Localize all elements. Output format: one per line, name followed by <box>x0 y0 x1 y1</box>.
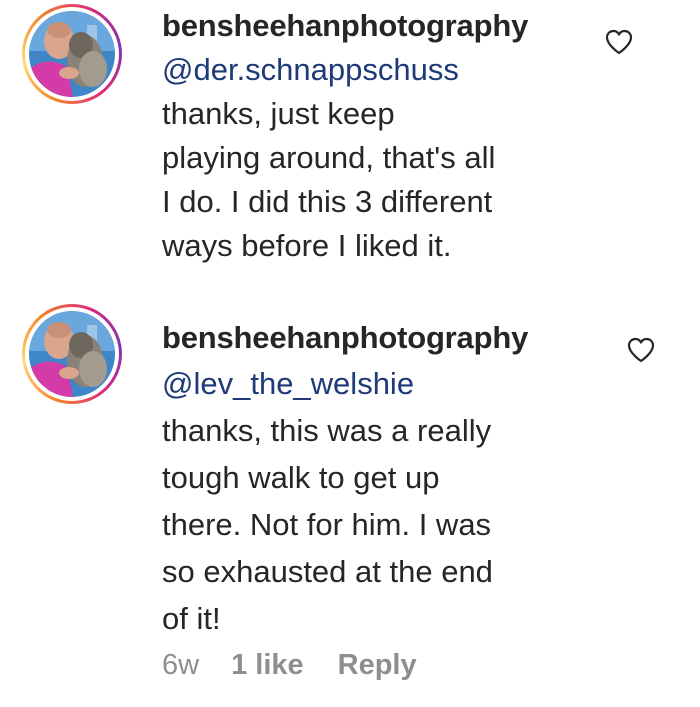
comment-text-line: tough walk to get up <box>162 460 440 495</box>
comment-username[interactable]: bensheehanphotography <box>162 4 660 48</box>
comment-text-line: I do. I did this 3 different <box>162 184 493 219</box>
comment: bensheehanphotography @der.schnappschuss… <box>0 0 700 300</box>
comment-timestamp[interactable]: 6w <box>162 649 199 682</box>
heart-outline-icon[interactable] <box>604 28 634 56</box>
comment-text-line: so exhausted at the end <box>162 554 493 589</box>
comment-text-line: of it! <box>162 601 221 636</box>
avatar <box>29 11 115 97</box>
comment-body: bensheehanphotography @lev_the_welshie t… <box>162 316 660 642</box>
heart-outline-icon[interactable] <box>626 336 656 364</box>
avatar-story-ring[interactable] <box>22 4 122 104</box>
comment-likes-count[interactable]: 1 like <box>231 649 304 682</box>
comment-meta: 6w 1 like Reply <box>162 649 417 682</box>
comment-text-line: ways before I liked it. <box>162 228 452 263</box>
comment: bensheehanphotography @lev_the_welshie t… <box>0 300 700 707</box>
comment-text-line: playing around, that's all <box>162 140 496 175</box>
reply-button[interactable]: Reply <box>338 649 417 682</box>
comment-mention[interactable]: @lev_the_welshie <box>162 360 660 407</box>
comment-text-line: there. Not for him. I was <box>162 507 492 542</box>
comment-mention[interactable]: @der.schnappschuss <box>162 48 660 92</box>
comment-text-line: thanks, this was a really <box>162 413 492 448</box>
avatar-story-ring[interactable] <box>22 304 122 404</box>
comment-username[interactable]: bensheehanphotography <box>162 316 660 360</box>
comment-text-line: thanks, just keep <box>162 96 395 131</box>
avatar <box>29 311 115 397</box>
comment-body: bensheehanphotography @der.schnappschuss… <box>162 4 660 268</box>
